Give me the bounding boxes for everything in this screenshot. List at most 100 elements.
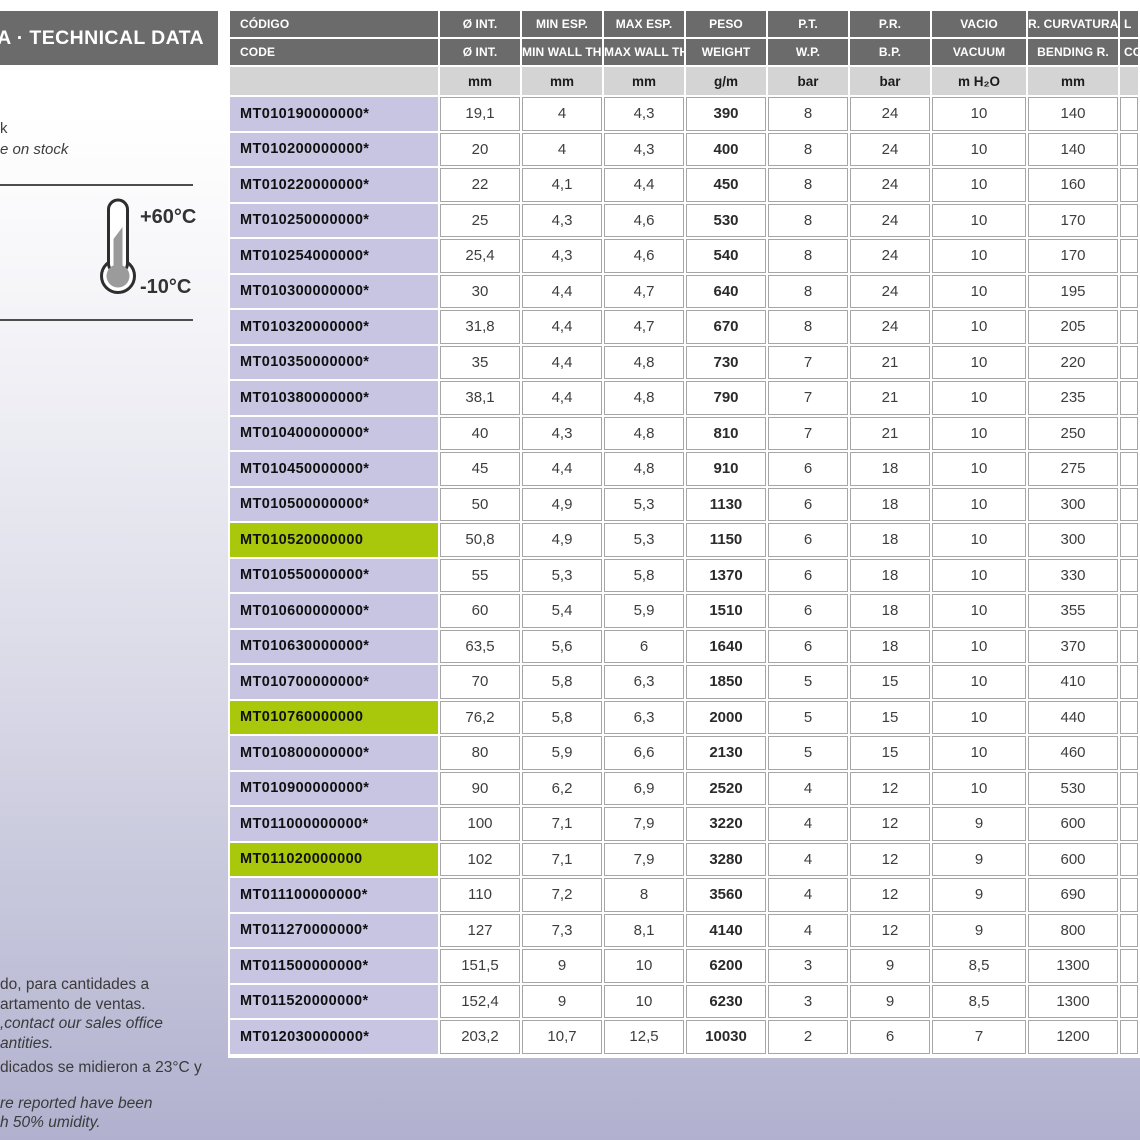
value-cell: 10 xyxy=(932,346,1026,380)
empty-cell xyxy=(1120,736,1138,770)
value-cell: 10 xyxy=(932,168,1026,202)
empty-cell xyxy=(1120,133,1138,167)
table-row: MT010400000000*404,34,881072110250 xyxy=(230,417,1138,451)
value-cell: 2130 xyxy=(686,736,766,770)
value-cell: 9 xyxy=(932,843,1026,877)
value-cell: 10 xyxy=(932,452,1026,486)
table-row: MT010700000000*705,86,3185051510410 xyxy=(230,665,1138,699)
value-cell: 10 xyxy=(932,97,1026,131)
value-cell: 12 xyxy=(850,914,930,948)
value-cell: 50,8 xyxy=(440,523,520,557)
value-cell: 6,9 xyxy=(604,772,684,806)
header-row-en: CODEØ INT.MIN WALL TH.MAX WALL TH.WEIGHT… xyxy=(230,39,1138,65)
table-row: MT010500000000*504,95,3113061810300 xyxy=(230,488,1138,522)
value-cell: 790 xyxy=(686,381,766,415)
value-cell: 4,9 xyxy=(522,523,602,557)
value-cell: 55 xyxy=(440,559,520,593)
table-row: MT010200000000*2044,340082410140 xyxy=(230,133,1138,167)
code-cell-highlighted: MT010520000000 xyxy=(230,523,438,557)
value-cell: 6 xyxy=(768,559,848,593)
divider-top xyxy=(0,184,193,186)
table-head: CÓDIGOØ INT.MIN ESP.MAX ESP.PESOP.T.P.R.… xyxy=(230,11,1138,95)
table-row: MT011500000000*151,59106200398,51300 xyxy=(230,949,1138,983)
table-row: MT011100000000*1107,2835604129690 xyxy=(230,878,1138,912)
column-header: W.P. xyxy=(768,39,848,65)
footnote-line: antities. xyxy=(0,1034,224,1054)
unit-cell xyxy=(1120,67,1138,95)
value-cell: 15 xyxy=(850,736,930,770)
value-cell: 6,3 xyxy=(604,665,684,699)
column-header: MIN ESP. xyxy=(522,11,602,37)
value-cell: 21 xyxy=(850,346,930,380)
value-cell: 76,2 xyxy=(440,701,520,735)
value-cell: 10030 xyxy=(686,1020,766,1054)
empty-cell xyxy=(1120,914,1138,948)
value-cell: 4,8 xyxy=(604,417,684,451)
value-cell: 9 xyxy=(522,949,602,983)
spec-table: CÓDIGOØ INT.MIN ESP.MAX ESP.PESOP.T.P.R.… xyxy=(228,9,1140,1056)
value-cell: 4 xyxy=(768,914,848,948)
value-cell: 4,3 xyxy=(604,133,684,167)
column-header: CO xyxy=(1120,39,1138,65)
temp-max-label: +60°C xyxy=(140,206,196,229)
value-cell: 10 xyxy=(932,488,1026,522)
value-cell: 370 xyxy=(1028,630,1118,664)
empty-cell xyxy=(1120,878,1138,912)
value-cell: 6 xyxy=(768,488,848,522)
empty-cell xyxy=(1120,239,1138,273)
value-cell: 12 xyxy=(850,807,930,841)
code-cell-highlighted: MT010760000000 xyxy=(230,701,438,735)
unit-cell: g/m xyxy=(686,67,766,95)
empty-cell xyxy=(1120,417,1138,451)
value-cell: 9 xyxy=(932,878,1026,912)
table-row: MT010900000000*906,26,9252041210530 xyxy=(230,772,1138,806)
value-cell: 70 xyxy=(440,665,520,699)
empty-cell xyxy=(1120,949,1138,983)
value-cell: 205 xyxy=(1028,310,1118,344)
value-cell: 5,4 xyxy=(522,594,602,628)
value-cell: 90 xyxy=(440,772,520,806)
value-cell: 300 xyxy=(1028,488,1118,522)
value-cell: 6,2 xyxy=(522,772,602,806)
column-header: B.P. xyxy=(850,39,930,65)
empty-cell xyxy=(1120,665,1138,699)
value-cell: 1510 xyxy=(686,594,766,628)
value-cell: 6 xyxy=(850,1020,930,1054)
value-cell: 2520 xyxy=(686,772,766,806)
value-cell: 12,5 xyxy=(604,1020,684,1054)
value-cell: 9 xyxy=(932,807,1026,841)
value-cell: 8,5 xyxy=(932,985,1026,1019)
code-cell: MT010190000000* xyxy=(230,97,438,131)
empty-cell xyxy=(1120,346,1138,380)
table-row: MT010300000000*304,44,764082410195 xyxy=(230,275,1138,309)
value-cell: 4 xyxy=(768,843,848,877)
value-cell: 235 xyxy=(1028,381,1118,415)
footnote-line: re reported have been xyxy=(0,1094,224,1114)
value-cell: 18 xyxy=(850,630,930,664)
value-cell: 2 xyxy=(768,1020,848,1054)
code-cell: MT010380000000* xyxy=(230,381,438,415)
empty-cell xyxy=(1120,168,1138,202)
value-cell: 4,9 xyxy=(522,488,602,522)
unit-cell: mm xyxy=(604,67,684,95)
value-cell: 195 xyxy=(1028,275,1118,309)
empty-cell xyxy=(1120,630,1138,664)
value-cell: 330 xyxy=(1028,559,1118,593)
unit-cell: bar xyxy=(850,67,930,95)
value-cell: 6,6 xyxy=(604,736,684,770)
value-cell: 690 xyxy=(1028,878,1118,912)
value-cell: 10 xyxy=(932,701,1026,735)
code-cell: MT010630000000* xyxy=(230,630,438,664)
value-cell: 6 xyxy=(768,630,848,664)
table-row: MT010220000000*224,14,445082410160 xyxy=(230,168,1138,202)
value-cell: 30 xyxy=(440,275,520,309)
value-cell: 7,1 xyxy=(522,843,602,877)
value-cell: 102 xyxy=(440,843,520,877)
value-cell: 5,8 xyxy=(604,559,684,593)
value-cell: 22 xyxy=(440,168,520,202)
value-cell: 170 xyxy=(1028,239,1118,273)
column-header: P.R. xyxy=(850,11,930,37)
value-cell: 10 xyxy=(604,949,684,983)
table-row: MT010190000000*19,144,339082410140 xyxy=(230,97,1138,131)
header-row-es: CÓDIGOØ INT.MIN ESP.MAX ESP.PESOP.T.P.R.… xyxy=(230,11,1138,37)
